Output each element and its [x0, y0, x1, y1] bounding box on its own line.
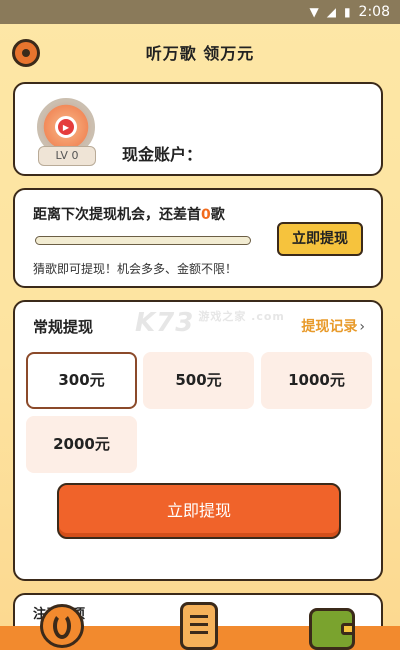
- wifi-icon: ▼: [309, 5, 319, 19]
- cash-account-label: 现金账户：: [122, 145, 203, 164]
- status-bar: ▼ ◢ ▮ 2:08: [0, 0, 400, 24]
- chevron-right-icon: ›: [359, 319, 365, 335]
- signal-icon: ◢: [326, 5, 336, 19]
- amount-option-1000[interactable]: 1000元: [261, 352, 372, 409]
- progress-text: 距离下次提现机会，还差首0歌: [33, 207, 225, 223]
- remaining-count: 0: [201, 207, 211, 223]
- music-note-icon[interactable]: [40, 604, 84, 648]
- withdraw-record-link[interactable]: 提现记录 ›: [301, 316, 365, 336]
- regular-withdraw-card: K73 游戏之家 .com 常规提现 提现记录 › 300元 500元 1000元 …: [13, 300, 383, 581]
- regular-withdraw-title: 常规提现: [33, 318, 94, 336]
- battery-icon: ▮: [343, 5, 351, 19]
- level-badge: LV 0: [38, 146, 96, 166]
- withdraw-progress-card: 距离下次提现机会，还差首0歌 立即提现 猜歌即可提现！机会多多、金额不限！: [13, 188, 383, 288]
- avatar[interactable]: ▶ LV 0: [35, 98, 97, 166]
- wallet-icon[interactable]: [309, 608, 355, 650]
- withdraw-now-button[interactable]: 立即提现: [57, 483, 341, 539]
- header: 听万歌 领万元: [0, 34, 400, 70]
- status-time: 2:08: [358, 4, 390, 20]
- amount-option-2000[interactable]: 2000元: [26, 416, 137, 473]
- progress-bar: [35, 236, 251, 245]
- cash-account-card: ▶ LV 0 现金账户：: [13, 82, 383, 176]
- page-title: 听万歌 领万元: [145, 44, 255, 63]
- hint-text: 猜歌即可提现！机会多多、金额不限！: [33, 262, 238, 276]
- withdraw-now-button-small[interactable]: 立即提现: [277, 222, 363, 256]
- watermark: K73 游戏之家 .com: [135, 308, 285, 338]
- amount-option-500[interactable]: 500元: [143, 352, 254, 409]
- gear-icon[interactable]: [12, 39, 40, 67]
- amount-option-300[interactable]: 300元: [26, 352, 137, 409]
- clipboard-list-icon[interactable]: [180, 602, 218, 650]
